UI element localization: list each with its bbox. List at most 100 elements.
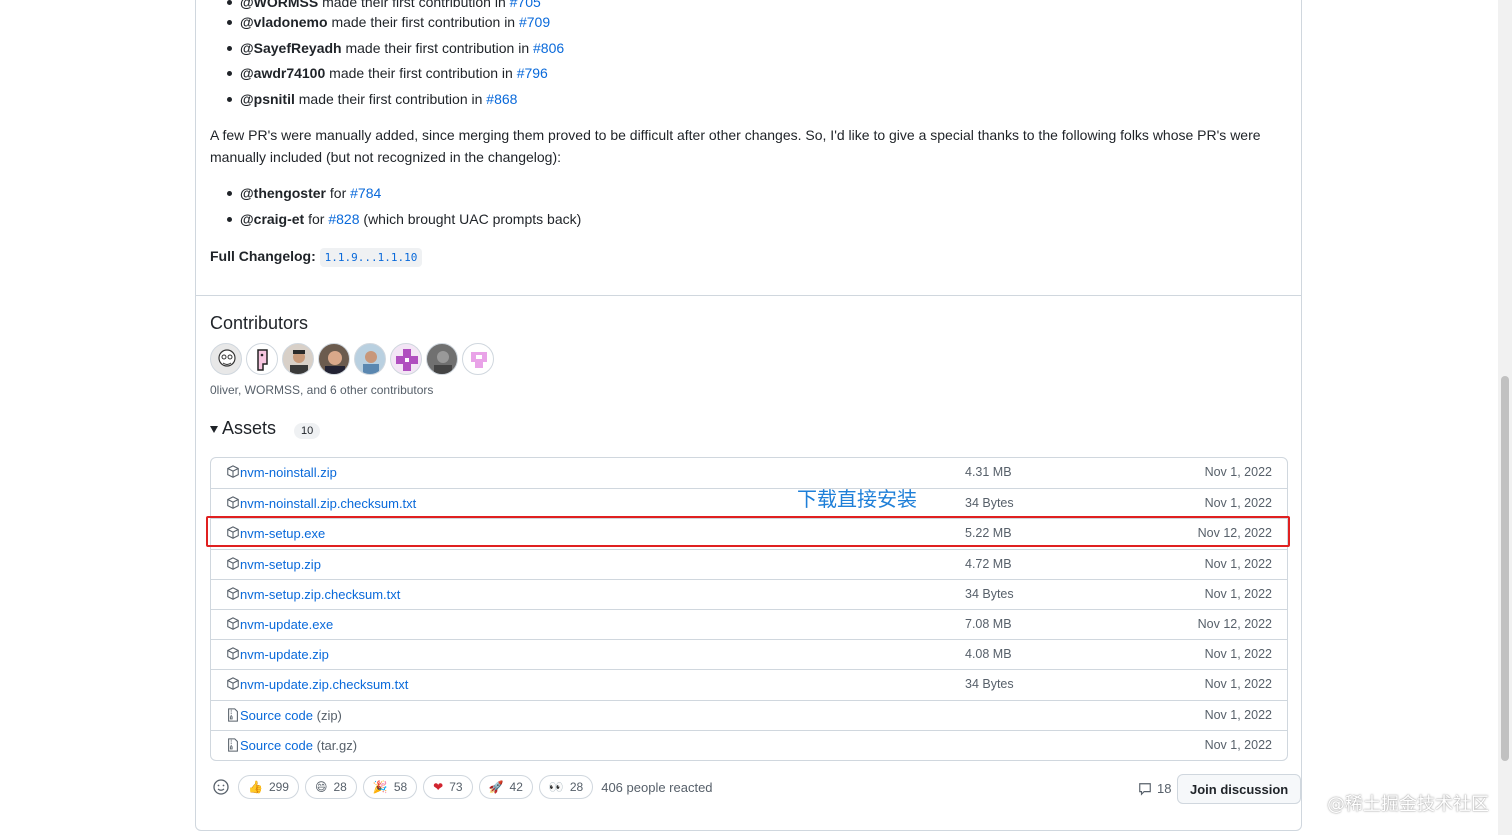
contributors-summary: 0liver, WORMSS, and 6 other contributors (210, 383, 434, 397)
avatar[interactable] (426, 343, 458, 375)
contributor-line-2: @SayefReyadh made their first contributi… (226, 40, 565, 56)
asset-size: 34 Bytes (965, 586, 1014, 601)
avatar[interactable] (318, 343, 350, 375)
pr-link[interactable]: #705 (510, 0, 541, 10)
asset-date: Nov 1, 2022 (1204, 556, 1272, 571)
manual-note: A few PR's were manually added, since me… (210, 127, 1261, 165)
package-icon (227, 556, 239, 570)
package-icon (227, 647, 239, 660)
file-zip-icon (228, 707, 238, 722)
pr-link[interactable]: #806 (533, 40, 564, 56)
asset-size: 34 Bytes (965, 496, 1014, 511)
avatar[interactable] (462, 343, 494, 375)
reaction-rocket[interactable]: 🚀 42 (478, 775, 533, 799)
asset-date: Nov 1, 2022 (1204, 465, 1272, 479)
changelog-compare-link[interactable]: 1.1.9...1.1.10 (319, 248, 423, 267)
pr-link[interactable]: #828 (328, 211, 359, 227)
contributor-line-0: @WORMSS made their first contribution in… (227, 0, 541, 12)
asset-row: nvm-update.zip 4.08 MB Nov 1, 2022 (211, 639, 1287, 669)
asset-row: nvm-setup.exe 5.22 MB Nov 12, 2022 (211, 518, 1287, 548)
avatar[interactable] (354, 343, 386, 375)
asset-link[interactable]: nvm-setup.zip (240, 557, 321, 572)
package-icon (227, 617, 239, 630)
reaction-hooray[interactable]: 🎉 58 (362, 775, 418, 799)
add-reaction-button[interactable] (210, 776, 232, 798)
contributor-line-4: @psnitil made their first contribution i… (226, 91, 518, 107)
avatar[interactable] (210, 343, 242, 375)
user-mention[interactable]: @SayefReyadh (240, 40, 342, 56)
avatar[interactable] (246, 343, 278, 375)
smiley-icon (213, 779, 229, 795)
comment-icon (1139, 782, 1151, 796)
user-mention[interactable]: @WORMSS (240, 0, 318, 10)
avatar[interactable] (282, 343, 314, 375)
full-changelog: Full Changelog: 1.1.9...1.1.10 (210, 245, 1290, 269)
asset-row: nvm-noinstall.zip 4.31 MB Nov 1, 2022 (211, 458, 1287, 488)
asset-date: Nov 12, 2022 (1197, 526, 1272, 541)
asset-row: nvm-noinstall.zip.checksum.txt 34 Bytes … (211, 488, 1287, 518)
asset-row: Source code (zip) Nov 1, 2022 (211, 699, 1287, 730)
assets-count: 10 (294, 423, 321, 439)
asset-size: 4.31 MB (965, 465, 1012, 479)
asset-row: Source code (tar.gz) Nov 1, 2022 (211, 729, 1287, 760)
asset-link[interactable]: nvm-update.zip.checksum.txt (240, 677, 408, 692)
asset-date: Nov 1, 2022 (1204, 707, 1272, 722)
user-mention[interactable]: @psnitil (240, 91, 295, 107)
asset-date: Nov 1, 2022 (1204, 737, 1272, 752)
asset-date: Nov 12, 2022 (1197, 616, 1272, 631)
pr-link[interactable]: #868 (486, 91, 517, 107)
pr-link[interactable]: #709 (519, 14, 550, 30)
asset-date: Nov 1, 2022 (1204, 496, 1272, 511)
thanks-line-0: @thengoster for #784 (226, 185, 382, 201)
watermark: @稀土掘金技术社区 (1327, 794, 1489, 815)
package-icon (227, 465, 239, 478)
pr-link[interactable]: #784 (350, 185, 381, 201)
user-mention[interactable]: @vladonemo (240, 14, 328, 30)
contributors-heading: Contributors (210, 313, 309, 333)
package-icon (227, 587, 239, 600)
assets-toggle[interactable]: Assets (210, 418, 276, 439)
asset-link[interactable]: nvm-update.zip (240, 647, 329, 662)
asset-row: nvm-update.exe 7.08 MB Nov 12, 2022 (211, 608, 1287, 639)
asset-link[interactable]: nvm-update.exe (240, 617, 333, 632)
join-discussion-button[interactable]: Join discussion (1177, 774, 1302, 804)
thanks-line-1: @craig-et for #828 (which brought UAC pr… (226, 211, 582, 227)
reaction-heart[interactable]: ❤ 73 (423, 775, 473, 799)
scrollbar[interactable] (1498, 0, 1512, 835)
reaction-thumbs-up[interactable]: 👍 299 (238, 775, 299, 799)
package-icon (227, 496, 239, 510)
asset-link[interactable]: nvm-setup.zip.checksum.txt (240, 587, 400, 602)
asset-size: 5.22 MB (965, 526, 1012, 541)
asset-link[interactable]: nvm-noinstall.zip (240, 465, 337, 480)
avatar[interactable] (390, 343, 422, 375)
reaction-eyes[interactable]: 👀 28 (538, 775, 594, 799)
asset-link[interactable]: nvm-noinstall.zip.checksum.txt (240, 496, 416, 511)
assets-heading: Assets (222, 418, 277, 438)
asset-size: 4.08 MB (965, 647, 1012, 662)
user-mention[interactable]: @thengoster (240, 185, 326, 201)
file-zip-icon (228, 738, 238, 752)
contributor-line-3: @awdr74100 made their first contribution… (227, 65, 548, 81)
reaction-laugh[interactable]: 😄 28 (304, 775, 357, 799)
annotation-text: 下载直接安装 (797, 487, 917, 511)
user-mention[interactable]: @craig-et (240, 211, 304, 227)
user-mention[interactable]: @awdr74100 (240, 65, 325, 81)
asset-date: Nov 1, 2022 (1204, 586, 1272, 601)
reactions-bar: 👍 299 😄 28 🎉 58 ❤ 73 🚀 42 👀 28 406 people reac… (210, 775, 713, 799)
contributor-avatars (210, 343, 494, 375)
assets-list: nvm-noinstall.zip 4.31 MB Nov 1, 2022 nv… (210, 457, 1288, 761)
comment-count[interactable]: 18 (1138, 781, 1171, 796)
asset-link[interactable]: nvm-setup.exe (240, 526, 325, 541)
triangle-down-icon (210, 426, 218, 433)
package-icon (227, 677, 239, 691)
pr-link[interactable]: #796 (517, 65, 548, 81)
scrollbar-thumb[interactable] (1501, 376, 1509, 761)
asset-row: nvm-setup.zip.checksum.txt 34 Bytes Nov … (211, 578, 1287, 609)
asset-link[interactable]: Source code (tar.gz) (240, 738, 357, 753)
asset-link[interactable]: Source code (zip) (240, 708, 342, 723)
package-icon (227, 526, 239, 540)
asset-size: 7.08 MB (965, 616, 1012, 631)
asset-row: nvm-update.zip.checksum.txt 34 Bytes Nov… (211, 669, 1287, 699)
section-divider (196, 295, 1301, 296)
asset-date: Nov 1, 2022 (1204, 647, 1272, 662)
